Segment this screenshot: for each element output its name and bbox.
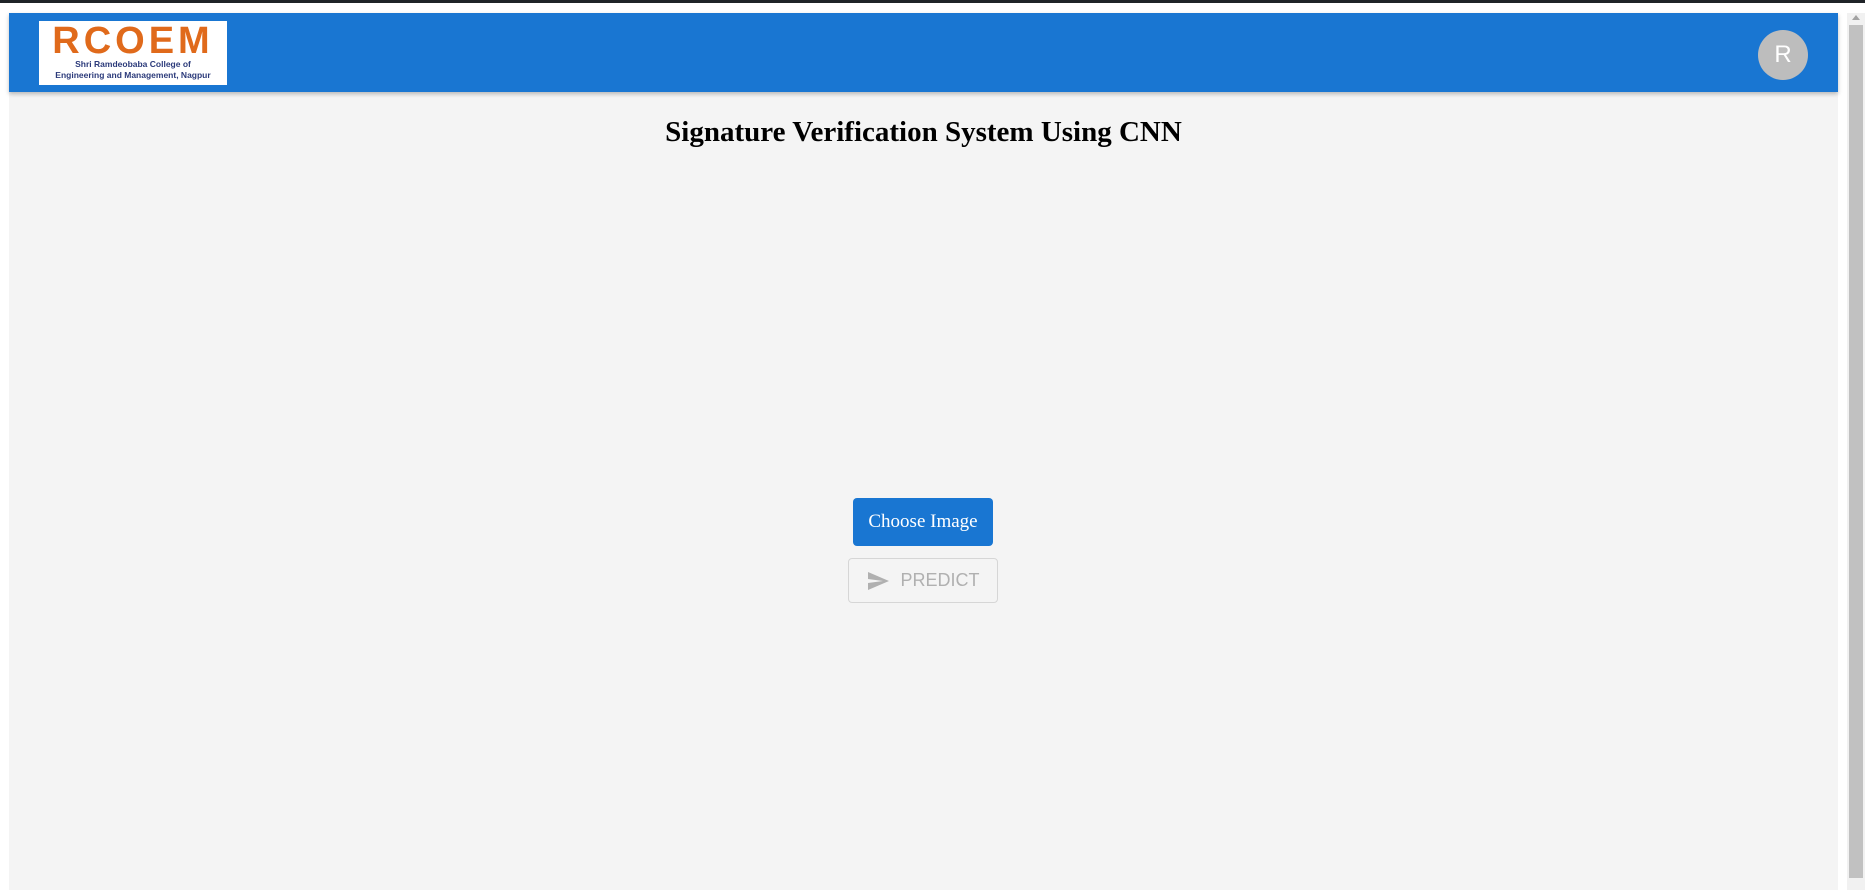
app-bar: RCOEM Shri Ramdeobaba College of Enginee… xyxy=(9,13,1838,92)
predict-button[interactable]: PREDICT xyxy=(848,558,998,603)
app-page: RCOEM Shri Ramdeobaba College of Enginee… xyxy=(9,13,1838,890)
window-top-border xyxy=(0,0,1865,3)
avatar[interactable]: R xyxy=(1758,30,1808,80)
vertical-scrollbar[interactable] xyxy=(1847,13,1865,890)
college-logo: RCOEM Shri Ramdeobaba College of Enginee… xyxy=(39,21,227,85)
scrollbar-thumb[interactable] xyxy=(1849,25,1863,878)
scroll-up-arrow-icon[interactable] xyxy=(1852,15,1860,20)
page-title: Signature Verification System Using CNN xyxy=(665,116,1182,148)
send-icon xyxy=(866,569,890,593)
logo-mark: RCOEM xyxy=(52,20,214,62)
predict-label: PREDICT xyxy=(900,570,980,590)
choose-image-button[interactable]: Choose Image xyxy=(853,498,993,546)
logo-subtitle-line2: Engineering and Management, Nagpur xyxy=(55,70,211,80)
